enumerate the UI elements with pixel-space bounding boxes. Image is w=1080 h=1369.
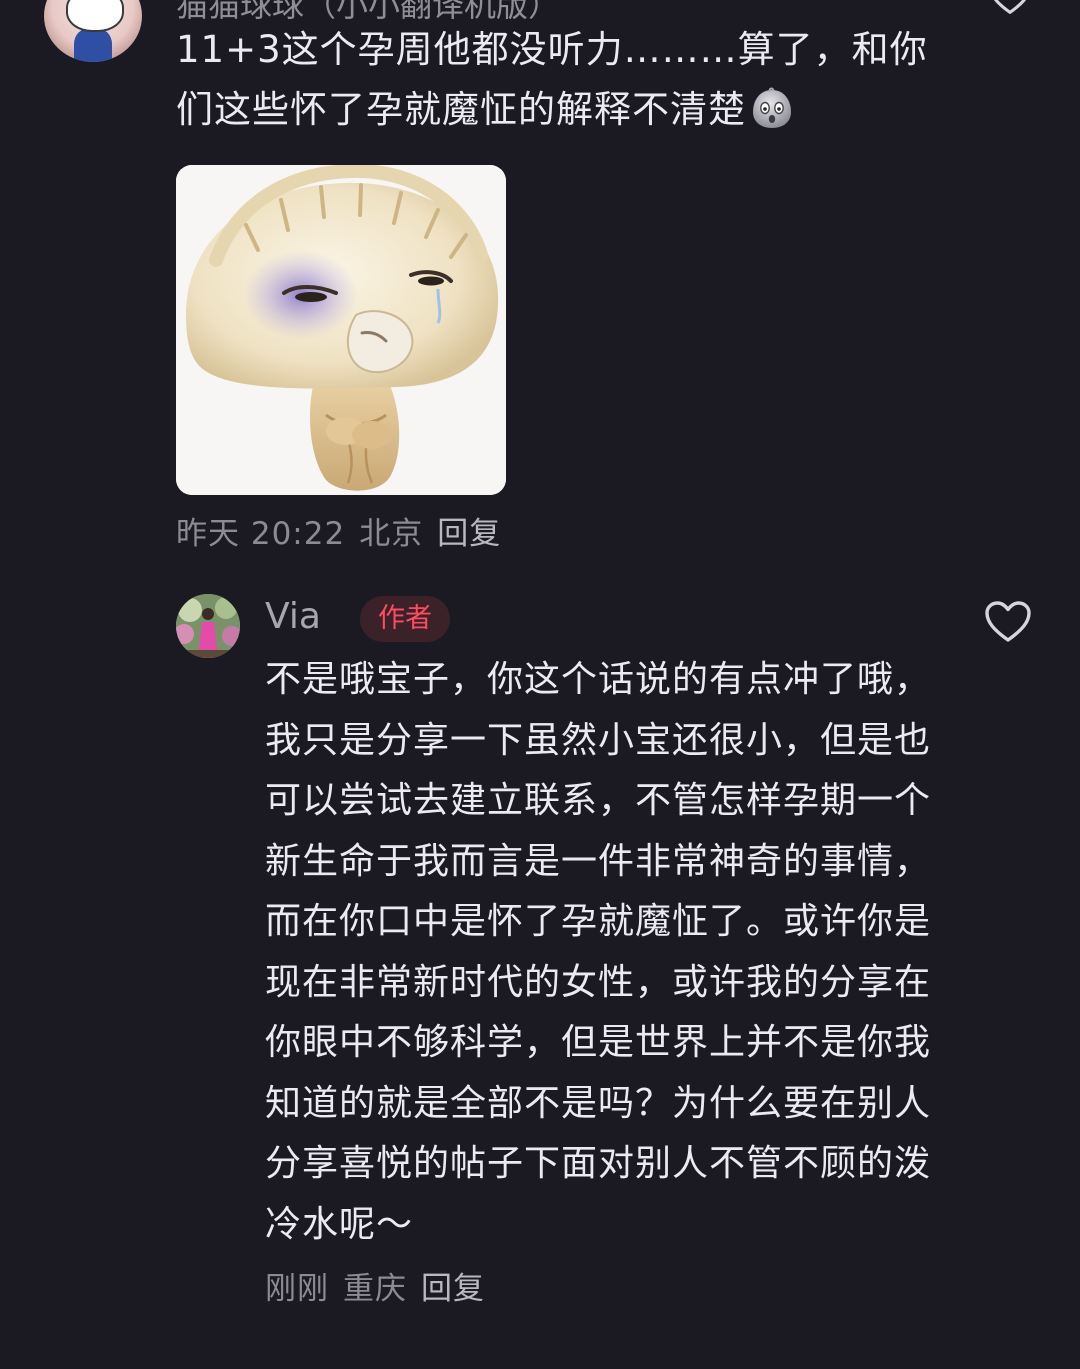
dumpling-meme-sticker-icon: [176, 165, 506, 495]
reply-time: 刚刚: [265, 1271, 329, 1307]
reply-meta: 刚刚 重庆 回复: [265, 1263, 499, 1308]
author-username[interactable]: Via: [265, 596, 321, 637]
reply-button[interactable]: 回复: [437, 516, 501, 552]
comment-text: 11+3这个孕周他都没听力………算了，和你们这些怀了孕就魔怔的解释不清楚: [176, 20, 936, 140]
user-avatar[interactable]: [44, 0, 142, 62]
comment-location: 北京: [359, 516, 424, 552]
like-heart-icon[interactable]: [984, 600, 1032, 644]
comment-meta: 昨天 20:22 北京 回复: [176, 508, 515, 553]
author-avatar[interactable]: [176, 594, 240, 658]
comment-time: 昨天 20:22: [176, 516, 346, 552]
reply-button[interactable]: 回复: [421, 1271, 485, 1307]
avatar-cat-face: [66, 0, 124, 32]
comment-body: 11+3这个孕周他都没听力………算了，和你们这些怀了孕就魔怔的解释不清楚: [176, 28, 928, 131]
reply-text: 不是哦宝子，你这个话说的有点冲了哦，我只是分享一下虽然小宝还很小，但是也可以尝试…: [265, 659, 932, 1245]
author-badge: 作者: [360, 596, 450, 642]
like-heart-icon[interactable]: [988, 0, 1032, 16]
avatar-figure-body: [74, 28, 112, 62]
comment-thread: 猫猫球球（小小翻译机版） 11+3这个孕周他都没听力………算了，和你们这些怀了孕…: [0, 0, 1080, 1369]
shocked-face-emoji-icon: [753, 87, 791, 128]
reply-location: 重庆: [343, 1271, 407, 1307]
meme-sticker-image[interactable]: [176, 165, 506, 495]
author-avatar-photo-icon: [176, 594, 240, 658]
